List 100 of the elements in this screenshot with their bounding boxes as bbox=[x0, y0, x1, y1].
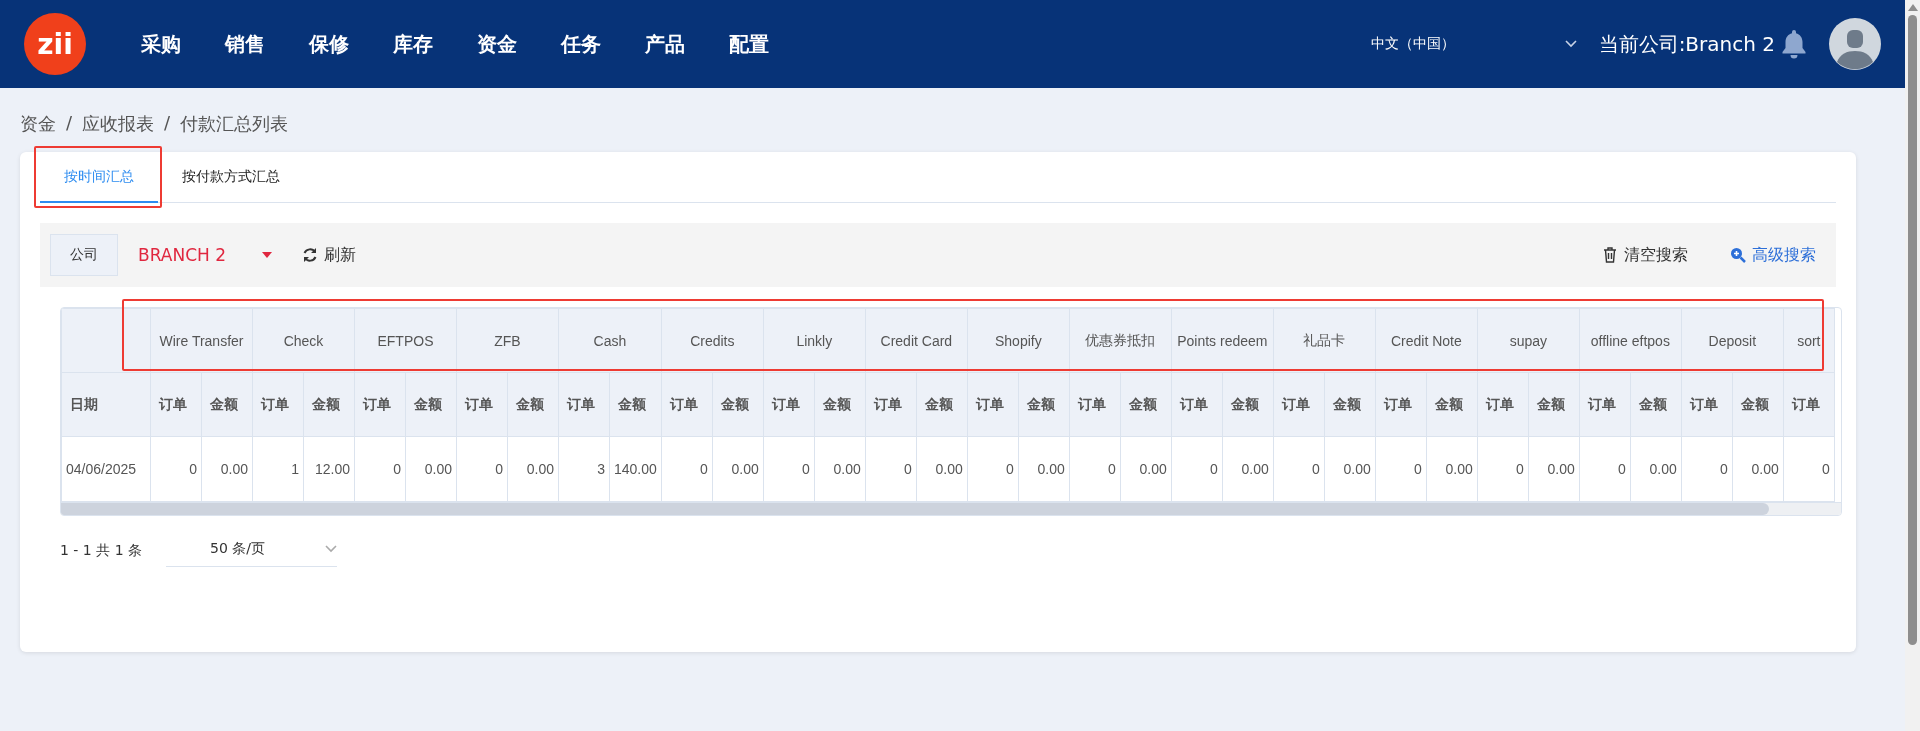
table-cell: 0.00 bbox=[916, 436, 968, 502]
column-header: 订单 bbox=[456, 372, 508, 437]
column-header: 订单 bbox=[1375, 372, 1427, 437]
app-logo[interactable]: zii bbox=[24, 13, 86, 75]
vertical-scrollbar[interactable] bbox=[1905, 0, 1920, 731]
table-cell: 0 bbox=[865, 436, 917, 502]
column-group-header: Credit Note bbox=[1375, 308, 1478, 373]
table-cell: 0.00 bbox=[712, 436, 764, 502]
column-header: 金额 bbox=[1120, 372, 1172, 437]
breadcrumb-separator: / bbox=[164, 112, 171, 135]
notification-bell-icon[interactable] bbox=[1781, 29, 1807, 59]
column-header: 金额 bbox=[507, 372, 559, 437]
table-cell: 0 bbox=[456, 436, 508, 502]
column-header: 金额 bbox=[1222, 372, 1274, 437]
company-select[interactable]: BRANCH 2 bbox=[118, 245, 292, 265]
column-group-header: offline eftpos bbox=[1579, 308, 1682, 373]
language-selector[interactable]: 中文（中国） bbox=[1370, 35, 1455, 53]
table-cell: 0 bbox=[1681, 436, 1733, 502]
table-cell: 0.00 bbox=[1120, 436, 1172, 502]
table-cell: 3 bbox=[558, 436, 610, 502]
pagination-summary: 1 - 1 共 1 条 bbox=[60, 541, 143, 560]
current-company: 当前公司:Branch 2 bbox=[1598, 30, 1775, 58]
breadcrumb-separator: / bbox=[66, 112, 73, 135]
user-avatar-icon[interactable] bbox=[1829, 18, 1881, 70]
column-group-header: Credits bbox=[661, 308, 764, 373]
table-cell: 0 bbox=[1477, 436, 1529, 502]
column-header: 订单 bbox=[967, 372, 1019, 437]
trash-icon bbox=[1602, 247, 1618, 263]
column-header: 金额 bbox=[1426, 372, 1478, 437]
breadcrumb-item[interactable]: 资金 bbox=[20, 112, 56, 136]
nav-menu-item[interactable]: 资金 bbox=[458, 30, 536, 58]
column-header: 订单 bbox=[865, 372, 917, 437]
table-cell: 0 bbox=[1171, 436, 1223, 502]
clear-search-button[interactable]: 清空搜索 bbox=[1592, 244, 1698, 266]
column-header: 金额 bbox=[1528, 372, 1580, 437]
column-group-header: 礼品卡 bbox=[1273, 308, 1376, 373]
column-header: 订单 bbox=[1171, 372, 1223, 437]
column-header: 订单 bbox=[354, 372, 406, 437]
column-header: 订单 bbox=[252, 372, 304, 437]
column-group-header: Check bbox=[252, 308, 355, 373]
column-header: 金额 bbox=[1324, 372, 1376, 437]
column-header: 订单 bbox=[1273, 372, 1325, 437]
column-header: 金额 bbox=[1630, 372, 1682, 437]
nav-menu-item[interactable]: 销售 bbox=[206, 30, 284, 58]
table-cell: 0 bbox=[1783, 436, 1835, 502]
breadcrumb-item: 付款汇总列表 bbox=[180, 112, 289, 136]
horizontal-scrollbar[interactable] bbox=[61, 502, 1841, 515]
nav-menu-item[interactable]: 任务 bbox=[542, 30, 620, 58]
column-header: 金额 bbox=[405, 372, 457, 437]
column-header: 订单 bbox=[1681, 372, 1733, 437]
tab[interactable]: 按时间汇总 bbox=[40, 152, 158, 203]
column-group-header: Shopify bbox=[967, 308, 1070, 373]
column-group-header: Deposit bbox=[1681, 308, 1784, 373]
column-group-header: 优惠券抵扣 bbox=[1069, 308, 1172, 373]
nav-menu-item[interactable]: 产品 bbox=[626, 30, 704, 58]
zoom-in-icon bbox=[1730, 247, 1746, 263]
column-group-header: Wire Transfer bbox=[150, 308, 253, 373]
column-header: 金额 bbox=[712, 372, 764, 437]
column-header: 日期 bbox=[61, 372, 151, 437]
tab[interactable]: 按付款方式汇总 bbox=[158, 152, 304, 203]
column-group-header: Linkly bbox=[763, 308, 866, 373]
column-group-header: EFTPOS bbox=[354, 308, 457, 373]
column-header: 订单 bbox=[1069, 372, 1121, 437]
column-header: 订单 bbox=[763, 372, 815, 437]
table-cell: 0.00 bbox=[1222, 436, 1274, 502]
table-cell: 0 bbox=[1375, 436, 1427, 502]
table-cell: 0 bbox=[1273, 436, 1325, 502]
table-cell: 0.00 bbox=[1528, 436, 1580, 502]
column-header: 订单 bbox=[558, 372, 610, 437]
column-header: 金额 bbox=[916, 372, 968, 437]
column-header: 订单 bbox=[1579, 372, 1631, 437]
table-cell: 0.00 bbox=[507, 436, 559, 502]
table-cell: 0.00 bbox=[1426, 436, 1478, 502]
column-header: 金额 bbox=[303, 372, 355, 437]
nav-menu-item[interactable]: 采购 bbox=[122, 30, 200, 58]
chevron-down-icon bbox=[325, 545, 337, 553]
nav-menu-item[interactable]: 保修 bbox=[290, 30, 368, 58]
table-cell: 04/06/2025 bbox=[61, 436, 151, 502]
nav-menu-item[interactable]: 库存 bbox=[374, 30, 452, 58]
column-header: 订单 bbox=[1477, 372, 1529, 437]
page-size-select[interactable]: 50 条/页 bbox=[166, 534, 337, 567]
table-cell: 0.00 bbox=[1732, 436, 1784, 502]
table-cell: 0 bbox=[1069, 436, 1121, 502]
refresh-button[interactable]: 刷新 bbox=[292, 244, 366, 266]
table-cell: 0 bbox=[1579, 436, 1631, 502]
table-cell: 1 bbox=[252, 436, 304, 502]
table-cell: 0 bbox=[763, 436, 815, 502]
company-label: 公司 bbox=[50, 234, 118, 276]
advanced-search-button[interactable]: 高级搜索 bbox=[1720, 244, 1826, 266]
table-cell: 0 bbox=[150, 436, 202, 502]
table-cell: 0.00 bbox=[1630, 436, 1682, 502]
column-header: 金额 bbox=[1018, 372, 1070, 437]
table-cell: 0 bbox=[661, 436, 713, 502]
breadcrumb-item[interactable]: 应收报表 bbox=[82, 112, 155, 136]
table-cell: 0.00 bbox=[201, 436, 253, 502]
column-group-header: ZFB bbox=[456, 308, 559, 373]
nav-menu-item[interactable]: 配置 bbox=[710, 30, 788, 58]
column-group-header: supay bbox=[1477, 308, 1580, 373]
table-cell: 0 bbox=[967, 436, 1019, 502]
column-header: 金额 bbox=[1732, 372, 1784, 437]
